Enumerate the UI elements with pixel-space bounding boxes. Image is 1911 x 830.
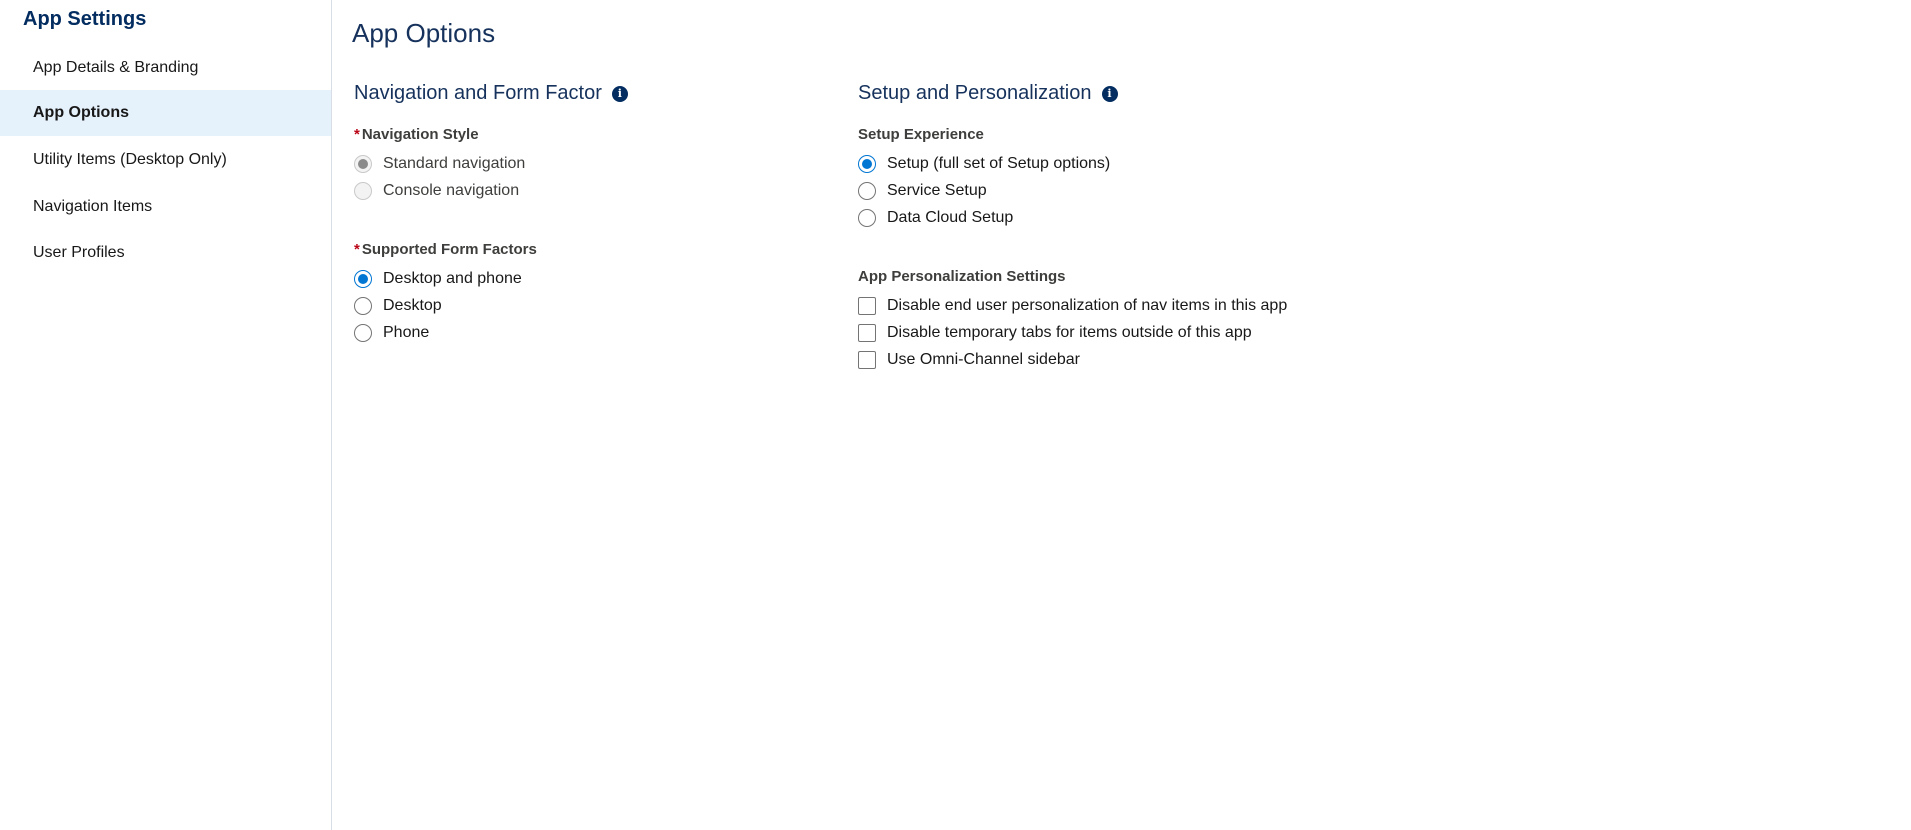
navigation-style-label: * Navigation Style: [354, 125, 479, 145]
sidebar-item-app-options[interactable]: App Options: [0, 90, 331, 136]
info-icon[interactable]: i: [611, 86, 628, 102]
radio-button[interactable]: [354, 270, 372, 288]
required-marker: *: [354, 241, 360, 258]
radio-button[interactable]: [354, 155, 372, 173]
checkbox-disable-nav-personalization[interactable]: Disable end user personalization of nav …: [858, 294, 1287, 318]
radio-label: Data Cloud Setup: [887, 209, 1014, 226]
checkbox[interactable]: [858, 324, 876, 342]
setup-experience-label: Setup Experience: [858, 126, 984, 143]
checkbox-label: Disable end user personalization of nav …: [887, 297, 1288, 314]
checkbox-label: Disable temporary tabs for items outside…: [887, 324, 1252, 341]
checkbox-disable-temporary-tabs[interactable]: Disable temporary tabs for items outside…: [858, 321, 1252, 345]
radio-console-navigation[interactable]: Console navigation: [354, 179, 519, 203]
radio-button[interactable]: [858, 155, 876, 173]
radio-label: Setup (full set of Setup options): [887, 155, 1111, 172]
section-title-text: Setup and Personalization: [858, 82, 1092, 104]
radio-standard-navigation[interactable]: Standard navigation: [354, 152, 525, 176]
section-title-text: Navigation and Form Factor: [354, 82, 602, 104]
info-icon[interactable]: i: [1101, 86, 1118, 102]
sidebar-item-user-profiles[interactable]: User Profiles: [0, 230, 331, 276]
navigation-style-label-text: Navigation Style: [361, 126, 479, 143]
required-marker: *: [354, 126, 360, 143]
checkbox[interactable]: [858, 297, 876, 315]
checkbox[interactable]: [858, 351, 876, 369]
radio-label: Service Setup: [887, 182, 987, 199]
radio-service-setup[interactable]: Service Setup: [858, 179, 987, 203]
sidebar-item-app-details-branding[interactable]: App Details & Branding: [0, 45, 331, 91]
radio-button[interactable]: [858, 182, 876, 200]
supported-form-factors-label-text: Supported Form Factors: [361, 241, 537, 258]
sidebar-title: App Settings: [23, 8, 147, 30]
radio-button[interactable]: [354, 182, 372, 200]
radio-data-cloud-setup[interactable]: Data Cloud Setup: [858, 206, 1013, 230]
page-title: App Options: [352, 18, 496, 48]
sidebar-item-utility-items[interactable]: Utility Items (Desktop Only): [0, 137, 331, 183]
radio-phone[interactable]: Phone: [354, 321, 429, 345]
section-title-navigation-form-factor: Navigation and Form Factor i: [354, 80, 628, 106]
radio-button[interactable]: [354, 297, 372, 315]
sidebar: App Settings App Details & Branding App …: [0, 0, 332, 830]
radio-label: Phone: [383, 324, 430, 341]
section-title-setup-personalization: Setup and Personalization i: [858, 80, 1118, 106]
radio-label: Standard navigation: [383, 155, 526, 172]
app-personalization-settings-label: App Personalization Settings: [858, 268, 1066, 285]
radio-desktop[interactable]: Desktop: [354, 294, 442, 318]
sidebar-item-navigation-items[interactable]: Navigation Items: [0, 184, 331, 230]
radio-label: Desktop and phone: [383, 270, 522, 287]
radio-button[interactable]: [858, 209, 876, 227]
radio-setup-full[interactable]: Setup (full set of Setup options): [858, 152, 1110, 176]
radio-button[interactable]: [354, 324, 372, 342]
radio-desktop-and-phone[interactable]: Desktop and phone: [354, 267, 522, 291]
checkbox-label: Use Omni-Channel sidebar: [887, 351, 1080, 368]
supported-form-factors-label: * Supported Form Factors: [354, 240, 537, 260]
main-content: App Options Navigation and Form Factor i …: [332, 0, 1911, 830]
checkbox-omni-channel-sidebar[interactable]: Use Omni-Channel sidebar: [858, 348, 1080, 372]
radio-label: Desktop: [383, 297, 442, 314]
radio-label: Console navigation: [383, 182, 520, 199]
